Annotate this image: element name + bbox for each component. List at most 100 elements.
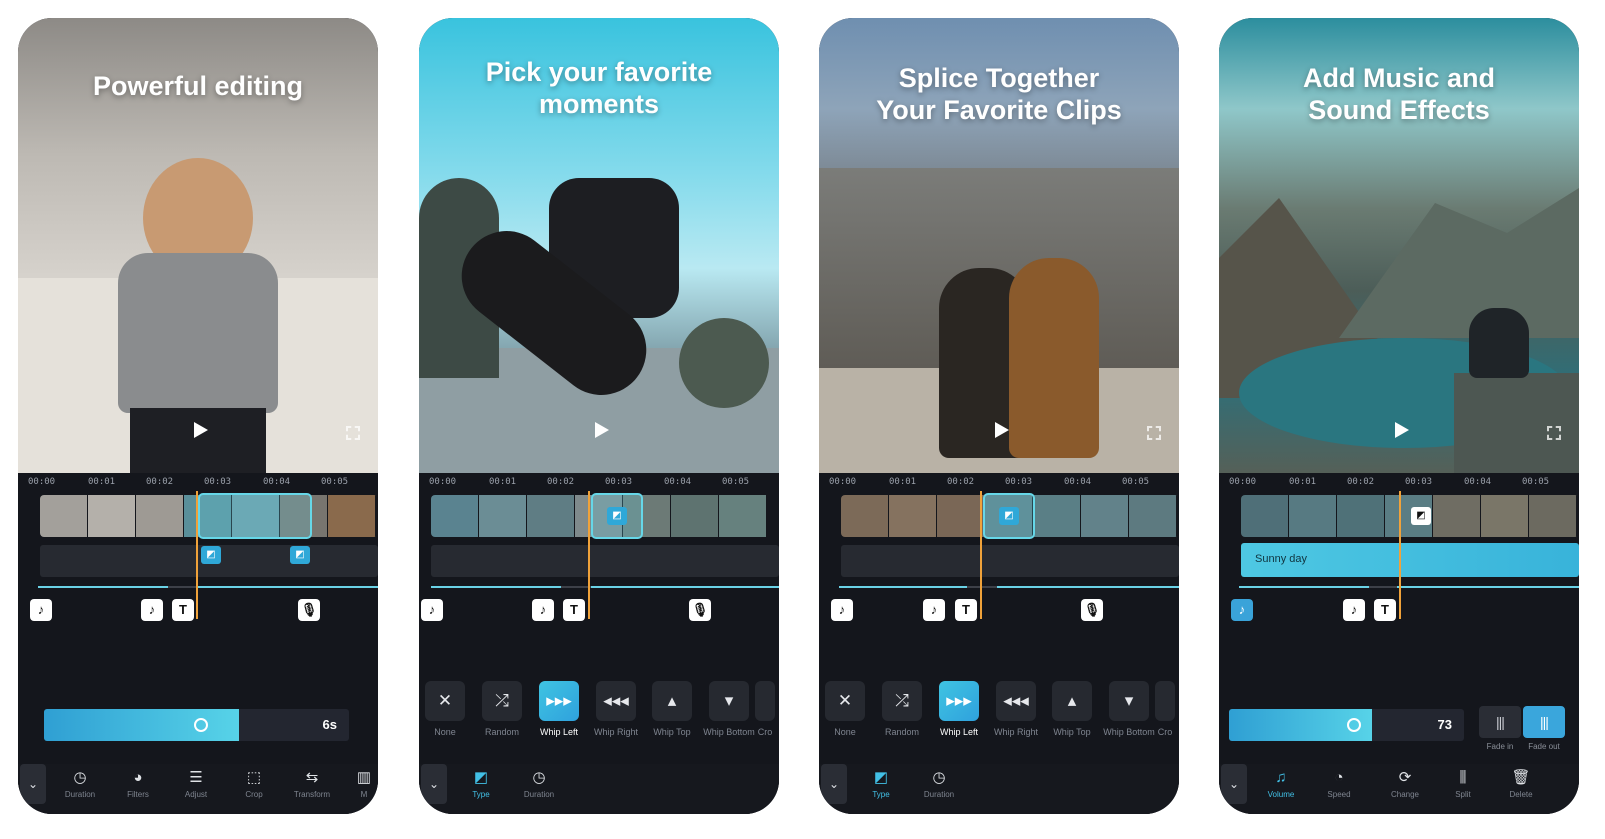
chevron-down-icon[interactable]: ⌄: [421, 764, 447, 804]
tick: 00:05: [1522, 477, 1550, 487]
microphone-icon[interactable]: 🎙: [1081, 599, 1103, 621]
fullscreen-icon[interactable]: [346, 426, 360, 440]
transition-none[interactable]: ✕ None: [419, 681, 473, 737]
chevron-down-icon[interactable]: ⌄: [20, 764, 46, 804]
tool-transform[interactable]: ⇆ Transform: [284, 768, 340, 799]
time-ruler: 00:00 00:01 00:02 00:03 00:04 00:05: [819, 477, 1179, 491]
tool-adjust[interactable]: ☰ Adjust: [168, 768, 224, 799]
clip-thumbnail: [841, 495, 889, 537]
music-note-icon[interactable]: ♪: [1343, 599, 1365, 621]
text-icon[interactable]: T: [563, 599, 585, 621]
duration-slider[interactable]: 6s: [44, 709, 349, 741]
transition-label: Whip Top: [1053, 727, 1091, 737]
chevron-down-icon[interactable]: ⌄: [1221, 764, 1247, 804]
video-clip-strip[interactable]: [1241, 495, 1579, 537]
whip-left-icon: ▸▸▸: [939, 681, 979, 721]
secondary-track: [431, 545, 779, 577]
play-icon[interactable]: [995, 422, 1009, 438]
transition-whip-top[interactable]: ▴ Whip Top: [644, 681, 700, 737]
transition-cross[interactable]: Cro: [1151, 681, 1179, 737]
tool-duration[interactable]: ◷ Duration: [911, 768, 967, 799]
volume-icon[interactable]: [1347, 718, 1361, 732]
tick: 00:04: [263, 477, 291, 487]
transition-random[interactable]: ⤮ Random: [874, 681, 930, 737]
person-right: [1009, 258, 1099, 458]
selected-clip[interactable]: [198, 493, 312, 539]
tool-split[interactable]: ⫼ Split: [1435, 768, 1491, 799]
fade-out-button[interactable]: |||: [1523, 706, 1565, 738]
refresh-icon: ⟳: [1398, 769, 1412, 786]
fullscreen-icon[interactable]: [1547, 426, 1561, 440]
microphone-icon[interactable]: 🎙: [298, 599, 320, 621]
transition-cross[interactable]: Cro: [751, 681, 779, 737]
tool-volume[interactable]: ♫ Volume: [1253, 768, 1309, 799]
transition-icon[interactable]: ◩: [607, 507, 627, 525]
music-note-icon[interactable]: ♪: [30, 599, 52, 621]
music-note-icon[interactable]: ♪: [1231, 599, 1253, 621]
transition-icon[interactable]: ◩: [999, 507, 1019, 525]
transition-whip-right[interactable]: ◂◂◂ Whip Right: [588, 681, 644, 737]
transition-none[interactable]: ✕ None: [819, 681, 873, 737]
playhead[interactable]: [588, 491, 590, 619]
music-note-icon[interactable]: ♪: [532, 599, 554, 621]
fade-in-button[interactable]: |||: [1479, 706, 1521, 738]
tick: 00:01: [489, 477, 517, 487]
person-sitting: [1469, 308, 1529, 378]
transition-whip-bottom[interactable]: ▾ Whip Bottom: [701, 681, 757, 737]
music-note-icon[interactable]: ♪: [923, 599, 945, 621]
tool-duration[interactable]: ◷ Duration: [511, 768, 567, 799]
tick: 00:04: [664, 477, 692, 487]
text-icon[interactable]: T: [172, 599, 194, 621]
tick: 00:05: [722, 477, 750, 487]
tool-filters[interactable]: ◕ Filters: [110, 768, 166, 799]
transition-label: Whip Left: [939, 727, 979, 737]
tool-duration[interactable]: ◷ Duration: [52, 768, 108, 799]
timeline-panel: 00:00 00:01 00:02 00:03 00:04 00:05 ◩ Su…: [1219, 473, 1579, 814]
text-icon[interactable]: T: [1374, 599, 1396, 621]
play-icon[interactable]: [194, 422, 208, 438]
music-note-icon[interactable]: ♪: [421, 599, 443, 621]
playhead[interactable]: [980, 491, 982, 619]
tool-change[interactable]: ⟳ Change: [1377, 768, 1433, 799]
close-icon: ✕: [825, 681, 865, 721]
transition-icon[interactable]: ◩: [201, 546, 221, 564]
speaker-icon: ♫: [1275, 769, 1287, 786]
tool-type[interactable]: ◩ Type: [453, 768, 509, 799]
transition-icon[interactable]: ◩: [1411, 507, 1431, 525]
clip-thumbnail: [889, 495, 937, 537]
clock-icon: ◷: [73, 769, 87, 786]
tool-more[interactable]: ▥ M: [336, 768, 378, 799]
music-note-icon[interactable]: ♪: [141, 599, 163, 621]
play-icon[interactable]: [595, 422, 609, 438]
transition-whip-bottom[interactable]: ▾ Whip Bottom: [1101, 681, 1157, 737]
page-title: Add Music and Sound Effects: [1302, 63, 1495, 125]
tool-delete[interactable]: 🗑 Delete: [1493, 768, 1549, 799]
chevron-down-icon[interactable]: ⌄: [821, 764, 847, 804]
microphone-icon[interactable]: 🎙: [689, 599, 711, 621]
playhead[interactable]: [1399, 491, 1401, 619]
transition-label: Whip Right: [993, 727, 1038, 737]
play-icon[interactable]: [1395, 422, 1409, 438]
tick: 00:01: [889, 477, 917, 487]
transition-whip-left[interactable]: ▸▸▸ Whip Left: [931, 681, 987, 737]
transition-whip-left[interactable]: ▸▸▸ Whip Left: [531, 681, 587, 737]
transition-icon[interactable]: ◩: [290, 546, 310, 564]
music-note-icon[interactable]: ♪: [831, 599, 853, 621]
tool-crop[interactable]: ⬚ Crop: [226, 768, 282, 799]
timer-icon[interactable]: [194, 718, 208, 732]
timeline-panel: 00:00 00:01 00:02 00:03 00:04 00:05 ◩ ♪ …: [819, 473, 1179, 814]
tool-speed[interactable]: ◔ Speed: [1311, 768, 1367, 799]
transition-label: None: [834, 727, 856, 737]
volume-slider[interactable]: 73: [1229, 709, 1464, 741]
cross-icon: [1155, 681, 1175, 721]
tool-type[interactable]: ◩ Type: [853, 768, 909, 799]
transition-random[interactable]: ⤮ Random: [474, 681, 530, 737]
transition-whip-right[interactable]: ◂◂◂ Whip Right: [988, 681, 1044, 737]
clip-thumbnail: [937, 495, 985, 537]
transition-whip-top[interactable]: ▴ Whip Top: [1044, 681, 1100, 737]
text-icon[interactable]: T: [955, 599, 977, 621]
transition-label: Whip Bottom: [1103, 727, 1155, 737]
music-track[interactable]: Sunny day: [1241, 543, 1579, 577]
playhead[interactable]: [196, 491, 198, 619]
fullscreen-icon[interactable]: [1147, 426, 1161, 440]
